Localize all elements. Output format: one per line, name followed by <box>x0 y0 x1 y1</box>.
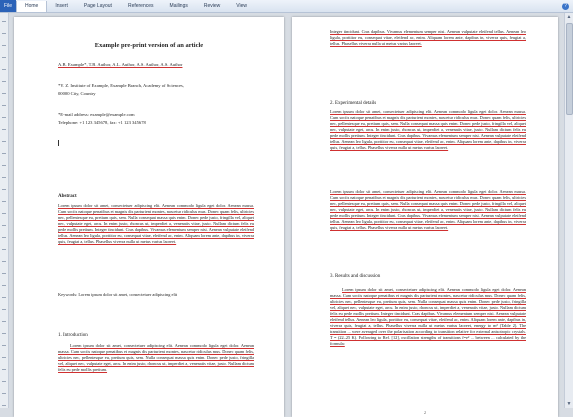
ruler-tick <box>2 81 6 82</box>
vertical-scrollbar[interactable]: ▲ ▼ <box>564 13 573 408</box>
text-cursor <box>58 140 59 146</box>
ruler-tick <box>2 129 6 130</box>
ruler-tick <box>2 189 6 190</box>
ruler-tick <box>2 345 6 346</box>
ruler-tick <box>2 273 6 274</box>
ruler-tick <box>2 369 6 370</box>
experimental-paragraph-1: Lorem ipsum dolor sit amet, consectetuer… <box>330 109 526 151</box>
ruler-tick <box>2 201 6 202</box>
introduction-text: Lorem ipsum dolor sit amet, consectetuer… <box>58 343 254 373</box>
ruler-tick <box>2 105 6 106</box>
results-heading: 3. Results and discussion <box>330 274 381 279</box>
experimental-body-2: Lorem ipsum dolor sit amet, consectetuer… <box>330 189 526 231</box>
contact-info: *E-mail address: example@example.com Tel… <box>58 111 146 127</box>
tab-home[interactable]: Home <box>16 0 48 12</box>
continued-body: Integer tincidunt. Cras dapibus. Vivamus… <box>330 29 526 47</box>
tab-view[interactable]: View <box>228 3 255 9</box>
ruler-tick <box>2 357 6 358</box>
ruler-tick <box>2 213 6 214</box>
ruler-tick <box>2 285 6 286</box>
ruler-tick <box>2 297 6 298</box>
ruler-tick <box>2 309 6 310</box>
scroll-thumb[interactable] <box>566 23 573 115</box>
abstract-text: Lorem ipsum dolor sit amet, consectetuer… <box>58 203 254 245</box>
file-tab[interactable]: File <box>0 0 16 12</box>
ruler-tick <box>2 33 6 34</box>
ribbon-tab-bar: File Home Insert Page Layout References … <box>0 0 573 13</box>
author-list: A.B. Example*, T.B. Author, A.L. Author,… <box>58 62 183 67</box>
experimental-body-1: Lorem ipsum dolor sit amet, consectetuer… <box>330 109 526 151</box>
ruler-tick <box>2 45 6 46</box>
scroll-down-icon[interactable]: ▼ <box>565 400 573 408</box>
ruler-tick <box>2 381 6 382</box>
ruler-tick <box>2 393 6 394</box>
ruler-tick <box>2 225 6 226</box>
tab-references[interactable]: References <box>120 3 162 9</box>
ruler-tick <box>2 321 6 322</box>
introduction-heading: 1. Introduction <box>58 333 88 338</box>
ruler-tick <box>2 57 6 58</box>
abstract-heading: Abstract <box>58 194 77 199</box>
tab-insert[interactable]: Insert <box>47 3 76 9</box>
scroll-up-icon[interactable]: ▲ <box>565 13 573 21</box>
ruler-tick <box>2 249 6 250</box>
affiliation-line-1: *Y. Z. Institute of Example, Example Bra… <box>58 83 184 88</box>
introduction-body: Lorem ipsum dolor sit amet, consectetuer… <box>58 343 254 373</box>
telephone-line: Telephone: +1 123 345678, fax: +1 123 34… <box>58 120 146 125</box>
ruler-tick <box>2 333 6 334</box>
keywords-line: Keywords: Lorem ipsum dolor sit amet, co… <box>58 292 178 297</box>
help-icon[interactable]: ? <box>562 2 569 10</box>
document-page-1[interactable]: Example pre-print version of an article … <box>14 17 284 417</box>
ruler-tick <box>2 153 6 154</box>
ruler-tick <box>2 117 6 118</box>
ruler-tick <box>2 261 6 262</box>
ruler-tick <box>2 69 6 70</box>
results-paragraph: Lorem ipsum dolor sit amet, consectetuer… <box>330 287 526 347</box>
ruler-tick <box>2 177 6 178</box>
experimental-heading: 2. Experimental details <box>330 101 377 106</box>
tab-review[interactable]: Review <box>196 3 228 9</box>
continued-text: Integer tincidunt. Cras dapibus. Vivamus… <box>330 29 526 47</box>
article-title: Example pre-print version of an article <box>94 42 204 49</box>
experimental-paragraph-2: Lorem ipsum dolor sit amet, consectetuer… <box>330 189 526 231</box>
ruler-tick <box>2 405 6 406</box>
ruler-tick <box>2 141 6 142</box>
ruler-tick <box>2 21 6 22</box>
document-page-2[interactable]: Integer tincidunt. Cras dapibus. Vivamus… <box>292 17 558 417</box>
vertical-ruler <box>0 13 9 408</box>
ruler-tick <box>2 237 6 238</box>
ruler-tick <box>2 93 6 94</box>
ruler-tick <box>2 165 6 166</box>
affiliation-line-2: 00000 City, Country <box>58 91 96 96</box>
email-line: *E-mail address: example@example.com <box>58 112 135 117</box>
page-number: 2 <box>424 410 426 415</box>
results-body: Lorem ipsum dolor sit amet, consectetuer… <box>330 287 526 347</box>
abstract-body: Lorem ipsum dolor sit amet, consectetuer… <box>58 203 254 245</box>
affiliation: *Y. Z. Institute of Example, Example Bra… <box>58 82 184 98</box>
document-workspace: Example pre-print version of an article … <box>0 13 573 417</box>
tab-page-layout[interactable]: Page Layout <box>76 3 120 9</box>
tab-mailings[interactable]: Mailings <box>162 3 196 9</box>
